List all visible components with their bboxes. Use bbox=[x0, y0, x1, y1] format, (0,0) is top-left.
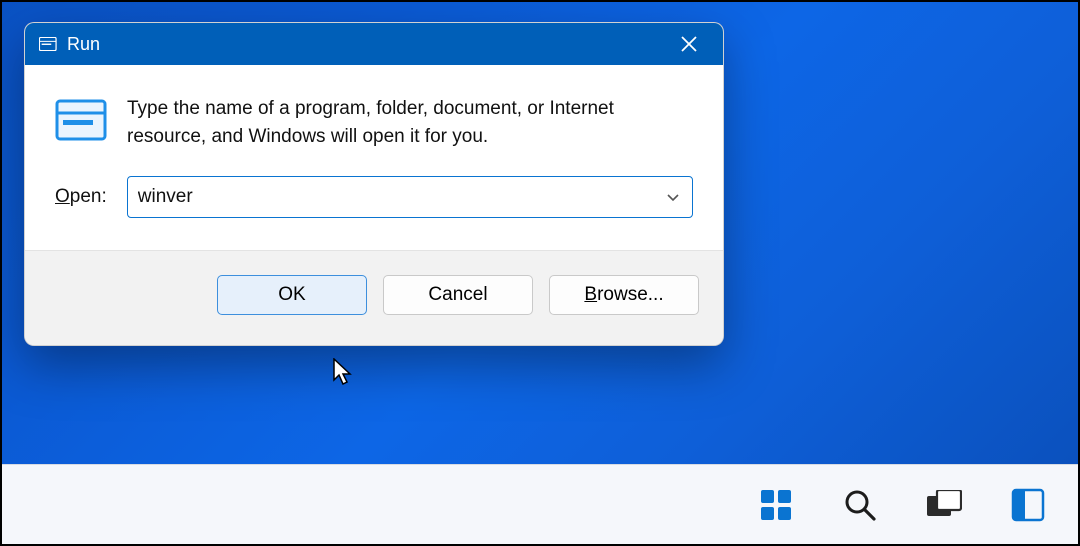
widgets-button[interactable] bbox=[1004, 481, 1052, 529]
widgets-icon bbox=[1011, 488, 1045, 522]
ok-button[interactable]: OK bbox=[217, 275, 367, 315]
cancel-button[interactable]: Cancel bbox=[383, 275, 533, 315]
open-combobox[interactable] bbox=[127, 176, 693, 218]
browse-button-label: Browse... bbox=[584, 284, 663, 306]
chevron-down-icon[interactable] bbox=[660, 184, 686, 210]
search-icon bbox=[843, 488, 877, 522]
browse-button[interactable]: Browse... bbox=[549, 275, 699, 315]
search-button[interactable] bbox=[836, 481, 884, 529]
task-view-icon bbox=[926, 490, 962, 520]
open-input[interactable] bbox=[138, 186, 660, 208]
dialog-description: Type the name of a program, folder, docu… bbox=[127, 95, 693, 150]
button-row: OK Cancel Browse... bbox=[25, 250, 723, 345]
run-icon bbox=[55, 97, 107, 143]
start-button[interactable] bbox=[752, 481, 800, 529]
task-view-button[interactable] bbox=[920, 481, 968, 529]
run-title-icon bbox=[39, 37, 57, 51]
open-label: Open: bbox=[55, 186, 107, 208]
titlebar[interactable]: Run bbox=[25, 23, 723, 65]
dialog-title: Run bbox=[67, 34, 100, 55]
close-button[interactable] bbox=[669, 24, 709, 64]
windows-start-icon bbox=[759, 488, 793, 522]
taskbar bbox=[2, 464, 1078, 544]
run-dialog: Run Type the name of a program, folder, … bbox=[24, 22, 724, 346]
cancel-button-label: Cancel bbox=[428, 284, 487, 306]
ok-button-label: OK bbox=[278, 284, 305, 306]
